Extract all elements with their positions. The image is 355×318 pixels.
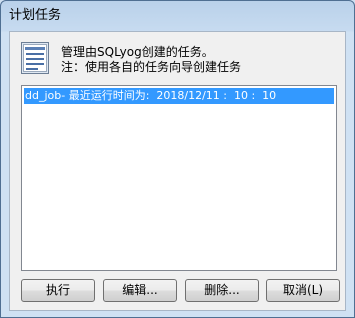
- schedule-list-icon: [21, 42, 49, 74]
- task-list-item-selected[interactable]: dd_job- 最近运行时间为: 2018/12/11 : 10 : 10: [24, 88, 334, 104]
- run-button[interactable]: 执行: [21, 279, 95, 302]
- dialog-client-area: 管理由SQLyog创建的任务。 注：使用各自的任务向导创建任务 dd_job- …: [9, 31, 346, 311]
- delete-button[interactable]: 删除...: [185, 279, 259, 302]
- info-header: 管理由SQLyog创建的任务。 注：使用各自的任务向导创建任务: [21, 42, 331, 76]
- info-line-2: 注：使用各自的任务向导创建任务: [61, 60, 242, 74]
- title-bar[interactable]: 计划任务: [1, 1, 354, 30]
- edit-button[interactable]: 编辑...: [103, 279, 177, 302]
- info-line-1: 管理由SQLyog创建的任务。: [61, 45, 214, 59]
- dialog-window: 计划任务 管理由SQLyog创建的任务。 注：使用各自的任务向导创建任务 dd_…: [0, 0, 355, 318]
- task-list[interactable]: dd_job- 最近运行时间为: 2018/12/11 : 10 : 10: [21, 85, 337, 271]
- window-title: 计划任务: [9, 8, 62, 23]
- cancel-button[interactable]: 取消(L): [266, 279, 340, 302]
